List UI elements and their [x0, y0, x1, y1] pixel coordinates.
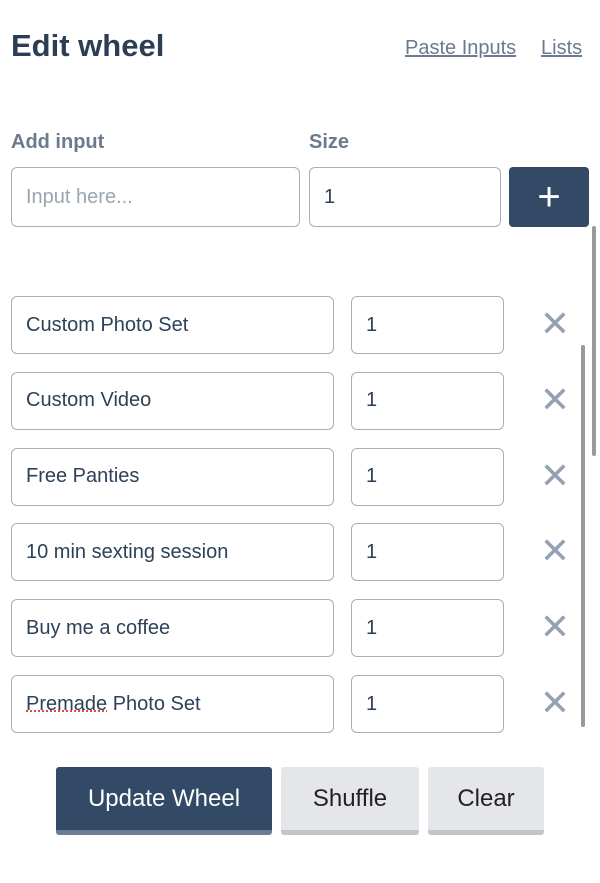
input-placeholder: Input here... [26, 185, 133, 208]
add-size-field[interactable]: 1 [309, 167, 501, 227]
paste-inputs-link[interactable]: Paste Inputs [405, 37, 516, 60]
shuffle-button[interactable]: Shuffle [281, 767, 419, 835]
entry-name-field[interactable]: Buy me a coffee [11, 599, 334, 658]
plus-icon: + [537, 174, 561, 219]
remove-entry-button[interactable]: ✕ [538, 303, 572, 344]
close-icon: ✕ [539, 530, 571, 572]
entry-size-field[interactable]: 1 [351, 296, 504, 354]
close-icon: ✕ [539, 303, 571, 344]
add-button[interactable]: + [509, 167, 589, 227]
remove-entry-button[interactable]: ✕ [538, 530, 572, 572]
entry-row: Custom Video 1 ✕ [0, 371, 600, 430]
entry-row: 10 min sexting session 1 ✕ [0, 523, 600, 582]
entry-row: Custom Photo Set 1 ✕ [0, 296, 600, 354]
entry-name-field[interactable]: Custom Photo Set [11, 296, 334, 354]
entry-size-field[interactable]: 1 [351, 675, 504, 733]
entry-size-field[interactable]: 1 [351, 523, 504, 582]
lists-link[interactable]: Lists [541, 37, 582, 60]
remove-entry-button[interactable]: ✕ [538, 454, 572, 496]
remove-entry-button[interactable]: ✕ [538, 606, 572, 648]
entry-size-field[interactable]: 1 [351, 599, 504, 658]
entry-name: Premade Photo Set [26, 692, 201, 715]
remove-entry-button[interactable]: ✕ [538, 682, 572, 723]
entry-name-field[interactable]: 10 min sexting session [11, 523, 334, 582]
entry-name: Custom Video [26, 389, 152, 412]
page-title: Edit wheel [11, 28, 165, 63]
entry-size-field[interactable]: 1 [351, 447, 504, 506]
entry-row: Premade Photo Set 1 ✕ [0, 675, 600, 733]
close-icon: ✕ [539, 454, 571, 496]
clear-button[interactable]: Clear [428, 767, 544, 835]
entry-row: Buy me a coffee 1 ✕ [0, 599, 600, 658]
entry-name: Custom Photo Set [26, 313, 189, 336]
entry-name-field[interactable]: Premade Photo Set [11, 675, 334, 733]
entry-row: Free Panties 1 ✕ [0, 447, 600, 506]
entry-name: Buy me a coffee [26, 616, 171, 639]
entry-name: Free Panties [26, 465, 140, 488]
entry-name: 10 min sexting session [26, 540, 229, 563]
entry-name-field[interactable]: Custom Video [11, 371, 334, 430]
entry-name-field[interactable]: Free Panties [11, 447, 334, 506]
close-icon: ✕ [539, 606, 571, 648]
close-icon: ✕ [539, 682, 571, 723]
update-wheel-button[interactable]: Update Wheel [56, 767, 272, 835]
size-label: Size [309, 131, 350, 153]
close-icon: ✕ [539, 378, 571, 420]
entry-size-field[interactable]: 1 [351, 371, 504, 430]
remove-entry-button[interactable]: ✕ [538, 378, 572, 420]
add-input-field[interactable]: Input here... [11, 167, 300, 227]
add-input-label: Add input [11, 131, 105, 153]
